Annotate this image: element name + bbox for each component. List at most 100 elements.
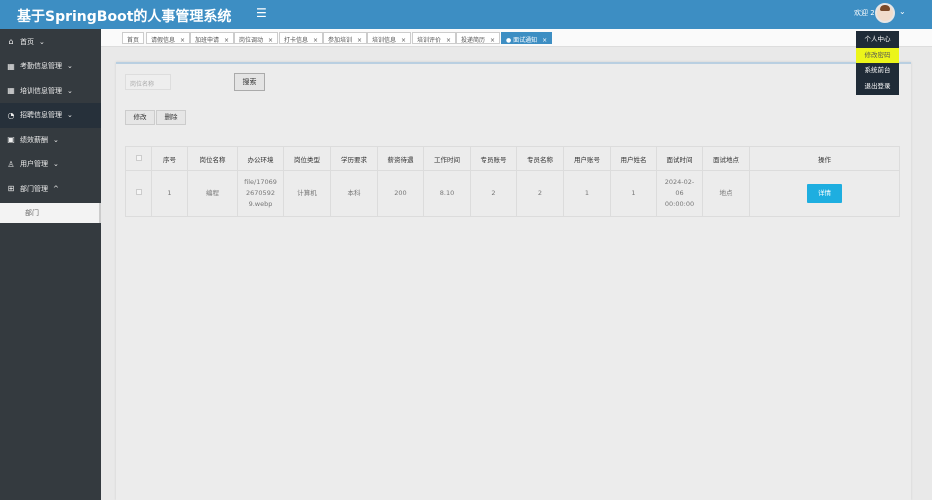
- chevron-up-icon: ^: [53, 184, 59, 193]
- sidebar: ⌂ 首页 ⌄ ▦ 考勤信息管理 ⌄ ▦ 培训信息管理 ⌄ ◔ 招聘信息管理 ⌄ ▣ 绩效薪酬 ⌄ ♙…: [0, 29, 101, 500]
- sidebar-item-training[interactable]: ▦ 培训信息管理 ⌄: [0, 79, 101, 104]
- detail-button[interactable]: 详情: [807, 184, 842, 203]
- user-icon: ♙: [7, 159, 15, 169]
- column-header: 岗位名称: [187, 146, 238, 171]
- sidebar-item-attendance[interactable]: ▦ 考勤信息管理 ⌄: [0, 54, 101, 79]
- chevron-down-icon[interactable]: ⌄: [899, 7, 906, 16]
- close-icon[interactable]: ×: [268, 37, 273, 44]
- column-header: 薪资待遇: [377, 146, 424, 171]
- close-icon[interactable]: ×: [401, 37, 406, 44]
- column-header: 专员账号: [470, 146, 517, 171]
- sidebar-item-users[interactable]: ♙ 用户管理 ⌄: [0, 152, 101, 177]
- tab-resume[interactable]: 投递简历 ×: [456, 32, 501, 44]
- sidebar-item-department[interactable]: ⊞ 部门管理 ^: [0, 177, 101, 202]
- table-cell: 计算机: [283, 170, 331, 217]
- close-icon[interactable]: ×: [446, 37, 451, 44]
- sidebar-item-performance[interactable]: ▣ 绩效薪酬 ⌄: [0, 128, 101, 153]
- tab-training-info[interactable]: 培训信息 ×: [367, 32, 412, 44]
- table-cell: 1: [563, 170, 611, 217]
- chevron-down-icon: ⌄: [53, 135, 59, 144]
- tab-label: 打卡信息: [284, 37, 309, 44]
- chevron-down-icon: ⌄: [67, 86, 73, 95]
- tab-label: 请假信息: [151, 37, 176, 44]
- menu-item-change-password[interactable]: 修改密码: [856, 47, 899, 63]
- sidebar-item-label: 招聘信息管理: [20, 111, 62, 120]
- table-cell: 本科: [330, 170, 378, 217]
- close-icon[interactable]: ×: [490, 37, 495, 44]
- close-icon[interactable]: ×: [357, 37, 362, 44]
- column-header: 用户姓名: [610, 146, 657, 171]
- apps-icon: ⊞: [7, 184, 15, 194]
- close-icon[interactable]: ×: [180, 37, 185, 44]
- avatar[interactable]: [875, 3, 895, 23]
- tab-interview-notice[interactable]: ● 面试通知 ×: [501, 32, 553, 44]
- sidebar-item-recruitment[interactable]: ◔ 招聘信息管理 ⌄: [0, 103, 101, 128]
- menu-item-logout[interactable]: 退出登录: [856, 79, 899, 95]
- column-header: 学历要求: [330, 146, 378, 171]
- tab-leave[interactable]: 请假信息 ×: [146, 32, 191, 44]
- chevron-down-icon: ⌄: [67, 62, 73, 71]
- close-icon[interactable]: ×: [224, 37, 229, 44]
- delete-button[interactable]: 删除: [156, 110, 186, 125]
- search-button[interactable]: 搜索: [234, 73, 265, 91]
- home-icon: ⌂: [8, 37, 14, 47]
- grid-icon: ▦: [7, 86, 15, 96]
- sidebar-item-label: 培训信息管理: [20, 86, 62, 95]
- column-header: 操作: [749, 146, 900, 171]
- table-cell: 1: [151, 170, 188, 217]
- tab-label: ● 面试通知: [506, 37, 538, 44]
- table-cell: file/1706926705929.webp: [237, 170, 284, 217]
- tab-overtime[interactable]: 加班申请 ×: [190, 32, 235, 44]
- chevron-down-icon: ⌄: [39, 37, 45, 46]
- row-checkbox[interactable]: [135, 189, 142, 195]
- contact-icon: ▣: [7, 135, 15, 145]
- column-header: 面试时间: [656, 146, 703, 171]
- menu-item-profile[interactable]: 个人中心: [856, 32, 899, 48]
- column-header: 办公环境: [237, 146, 284, 171]
- sidebar-item-label: 考勤信息管理: [20, 62, 62, 71]
- edit-button[interactable]: 修改: [125, 110, 155, 125]
- chevron-down-icon: ⌄: [53, 160, 59, 169]
- table-cell: 2: [516, 170, 564, 217]
- app-title: 基于SpringBoot的人事管理系统: [17, 9, 232, 25]
- tab-home[interactable]: 首页: [122, 32, 145, 44]
- top-header: 基于SpringBoot的人事管理系统 ☰ 欢迎 2 ⌄: [0, 0, 932, 29]
- tab-label: 培训信息: [372, 37, 397, 44]
- tab-label: 培训评价: [417, 37, 442, 44]
- column-header: 工作时间: [423, 146, 471, 171]
- tab-transfer[interactable]: 岗位调动 ×: [234, 32, 279, 44]
- position-name-search-input[interactable]: 岗位名称: [125, 74, 171, 90]
- tab-clockin[interactable]: 打卡信息 ×: [279, 32, 324, 44]
- column-header: 序号: [151, 146, 188, 171]
- select-all-checkbox[interactable]: [135, 154, 142, 161]
- tab-label: 首页: [127, 37, 140, 44]
- grid-icon: ▦: [7, 61, 15, 71]
- close-icon[interactable]: ×: [313, 37, 318, 44]
- tab-training-eval[interactable]: 培训评价 ×: [412, 32, 457, 44]
- menu-item-frontend[interactable]: 系统前台: [856, 63, 899, 79]
- sidebar-subitem-department[interactable]: 部门: [0, 203, 101, 223]
- column-header: 岗位类型: [283, 146, 331, 171]
- close-icon[interactable]: ×: [542, 37, 547, 44]
- action-cell: 详情: [749, 170, 900, 217]
- tab-label: 参加培训: [328, 37, 353, 44]
- table-cell: 200: [377, 170, 424, 217]
- table-cell: 1: [610, 170, 657, 217]
- hamburger-icon[interactable]: ☰: [256, 6, 267, 20]
- sidebar-item-home[interactable]: ⌂ 首页 ⌄: [0, 30, 101, 55]
- table-row: 1 编程 file/1706926705929.webp 计算机 本科 200 …: [125, 170, 900, 217]
- tab-label: 投递简历: [461, 37, 486, 44]
- content-panel: 岗位名称 搜索 修改 删除 序号 岗位名称 办公环境 岗位类型 学历要求 薪资待…: [116, 62, 911, 500]
- select-all-checkbox-cell: [125, 146, 152, 171]
- welcome-text: 欢迎 2: [854, 9, 875, 17]
- sidebar-item-label: 首页: [20, 37, 34, 46]
- row-checkbox-cell: [125, 170, 152, 217]
- table-cell: 8.10: [423, 170, 471, 217]
- sidebar-item-label: 用户管理: [20, 160, 48, 169]
- sidebar-item-label: 部门管理: [20, 184, 48, 193]
- tab-join-training[interactable]: 参加培训 ×: [323, 32, 368, 44]
- column-header: 用户账号: [563, 146, 611, 171]
- pie-icon: ◔: [7, 110, 15, 120]
- tab-label: 加班申请: [195, 37, 220, 44]
- sidebar-item-label: 绩效薪酬: [20, 135, 48, 144]
